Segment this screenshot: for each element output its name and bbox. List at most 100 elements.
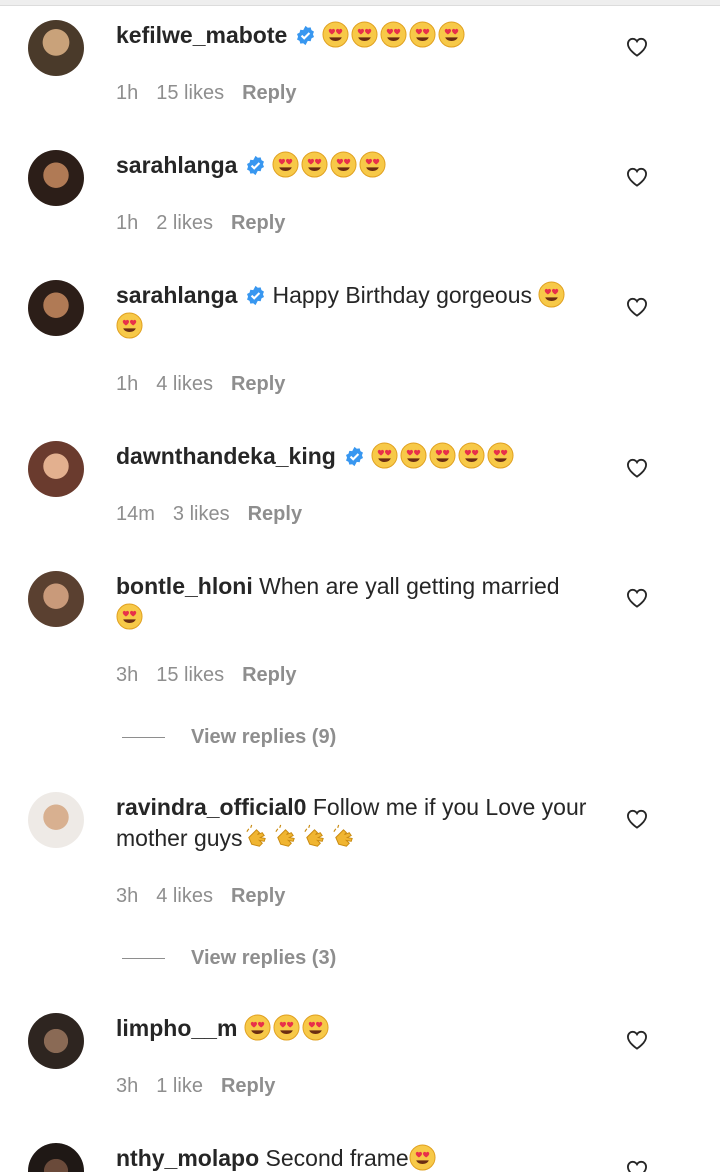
- top-divider: [0, 0, 720, 6]
- heart-outline-icon[interactable]: [626, 37, 648, 57]
- heart-eyes-emoji: [273, 1014, 300, 1041]
- view-replies-button[interactable]: View replies (3): [122, 947, 336, 971]
- avatar[interactable]: [28, 441, 84, 497]
- comment-meta: 1h 4 likes Reply: [116, 373, 303, 396]
- avatar[interactable]: [28, 150, 84, 206]
- reply-button[interactable]: Reply: [221, 1075, 275, 1097]
- comment-body: ravindra_official0 Follow me if you Love…: [116, 792, 596, 854]
- emoji-group: [243, 824, 359, 851]
- comment-username[interactable]: bontle_hloni: [116, 573, 253, 599]
- comment-time: 3h: [116, 664, 139, 686]
- reply-button[interactable]: Reply: [231, 885, 285, 907]
- heart-eyes-emoji: [351, 21, 378, 48]
- heart-eyes-emoji: [116, 603, 143, 630]
- comment-text: Happy Birthday gorgeous: [272, 282, 533, 308]
- view-replies-divider: [122, 958, 165, 960]
- heart-eyes-emoji: [244, 1014, 271, 1041]
- clapping-hands-emoji: [274, 824, 295, 847]
- view-replies-label: View replies (9): [191, 726, 337, 748]
- heart-eyes-emoji: [538, 281, 565, 308]
- heart-eyes-emoji: [359, 151, 386, 178]
- heart-eyes-emoji: [301, 151, 328, 178]
- comment-time: 14m: [116, 503, 155, 525]
- heart-eyes-emoji: [429, 442, 456, 469]
- heart-eyes-emoji: [487, 442, 514, 469]
- heart-outline-icon[interactable]: [626, 809, 648, 829]
- reply-button[interactable]: Reply: [231, 373, 285, 395]
- clapping-hands-emoji: [332, 824, 353, 847]
- clapping-hands-emoji: [245, 824, 266, 847]
- heart-eyes-emoji: [380, 21, 407, 48]
- comment-username[interactable]: ravindra_official0: [116, 794, 306, 820]
- emoji-group: [322, 21, 467, 48]
- comment-body: nthy_molapo Second frame: [116, 1143, 596, 1172]
- comment-username[interactable]: sarahlanga: [116, 282, 237, 308]
- comment-item: nthy_molapo Second frame: [0, 1143, 720, 1172]
- view-replies-label: View replies (3): [191, 947, 337, 969]
- comment-likes[interactable]: 15 likes: [156, 82, 224, 104]
- comment-body: kefilwe_mabote: [116, 20, 596, 51]
- heart-eyes-emoji: [371, 442, 398, 469]
- comment-meta: 14m 3 likes Reply: [116, 503, 320, 526]
- comment-time: 3h: [116, 885, 139, 907]
- heart-eyes-emoji: [409, 1144, 436, 1171]
- heart-eyes-emoji: [302, 1014, 329, 1041]
- verified-badge-icon: [345, 446, 363, 467]
- heart-eyes-emoji: [322, 21, 349, 48]
- avatar[interactable]: [28, 280, 84, 336]
- comment-likes[interactable]: 4 likes: [156, 373, 213, 395]
- comment-likes[interactable]: 15 likes: [156, 664, 224, 686]
- emoji-group: [371, 442, 516, 469]
- reply-button[interactable]: Reply: [242, 82, 296, 104]
- comment-username[interactable]: kefilwe_mabote: [116, 22, 287, 48]
- heart-outline-icon[interactable]: [626, 1160, 648, 1172]
- comment-likes[interactable]: 2 likes: [156, 212, 213, 234]
- heart-outline-icon[interactable]: [626, 458, 648, 478]
- comment-body: limpho__m: [116, 1013, 596, 1044]
- heart-eyes-emoji: [438, 21, 465, 48]
- verified-badge-icon: [297, 25, 315, 46]
- comment-likes[interactable]: 4 likes: [156, 885, 213, 907]
- reply-button[interactable]: Reply: [231, 212, 285, 234]
- heart-outline-icon[interactable]: [626, 1030, 648, 1050]
- comment-username[interactable]: sarahlanga: [116, 152, 237, 178]
- avatar[interactable]: [28, 1143, 84, 1172]
- avatar[interactable]: [28, 792, 84, 848]
- comment-body: sarahlanga Happy Birthday gorgeous: [116, 280, 596, 342]
- comment-meta: 1h 2 likes Reply: [116, 212, 303, 235]
- heart-outline-icon[interactable]: [626, 167, 648, 187]
- heart-eyes-emoji: [400, 442, 427, 469]
- comment-likes[interactable]: 3 likes: [173, 503, 230, 525]
- comment-meta: 3h 1 like Reply: [116, 1075, 293, 1098]
- heart-eyes-emoji: [458, 442, 485, 469]
- comment-username[interactable]: dawnthandeka_king: [116, 443, 336, 469]
- verified-badge-icon: [247, 155, 265, 176]
- clapping-hands-emoji: [303, 824, 324, 847]
- comment-meta: 3h 4 likes Reply: [116, 885, 303, 908]
- comment-likes[interactable]: 1 like: [156, 1075, 203, 1097]
- comment-time: 1h: [116, 82, 139, 104]
- view-replies-button[interactable]: View replies (9): [122, 726, 336, 750]
- view-replies-divider: [122, 737, 165, 739]
- avatar[interactable]: [28, 20, 84, 76]
- avatar[interactable]: [28, 571, 84, 627]
- comment-username[interactable]: nthy_molapo: [116, 1145, 259, 1171]
- comment-meta: 1h 15 likes Reply: [116, 82, 315, 105]
- comment-time: 3h: [116, 1075, 139, 1097]
- comment-body: sarahlanga: [116, 150, 596, 181]
- heart-outline-icon[interactable]: [626, 297, 648, 317]
- avatar[interactable]: [28, 1013, 84, 1069]
- comment-time: 1h: [116, 212, 139, 234]
- reply-button[interactable]: Reply: [242, 664, 296, 686]
- comment-body: bontle_hloni When are yall getting marri…: [116, 571, 596, 633]
- heart-outline-icon[interactable]: [626, 588, 648, 608]
- heart-eyes-emoji: [116, 312, 143, 339]
- heart-eyes-emoji: [409, 21, 436, 48]
- comment-body: dawnthandeka_king: [116, 441, 596, 472]
- verified-badge-icon: [247, 285, 265, 306]
- emoji-group: [244, 1014, 331, 1041]
- reply-button[interactable]: Reply: [248, 503, 302, 525]
- comment-text: Second frame: [265, 1145, 409, 1171]
- heart-eyes-emoji: [272, 151, 299, 178]
- comment-username[interactable]: limpho__m: [116, 1015, 237, 1041]
